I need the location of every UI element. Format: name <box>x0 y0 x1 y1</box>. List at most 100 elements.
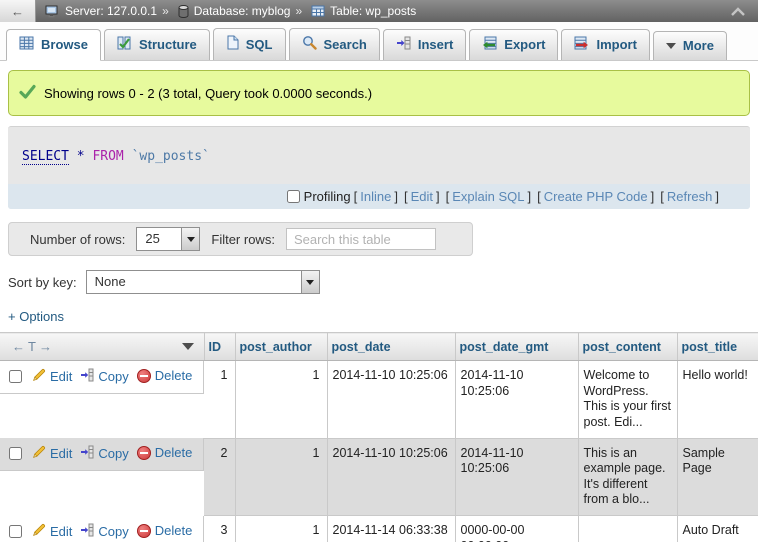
row-checkbox[interactable] <box>9 370 22 383</box>
edit-row-link[interactable]: Edit <box>32 523 72 541</box>
delete-row-link[interactable]: Delete <box>137 445 193 461</box>
column-header-post-author[interactable]: post_author <box>235 333 327 361</box>
sql-query-box: SELECT * FROM `wp_posts` Profiling [ Inl… <box>8 126 750 209</box>
sort-label: Sort by key: <box>8 275 77 290</box>
cell-post-title: Sample Page <box>677 438 758 516</box>
bracket: ] <box>651 189 655 204</box>
tab-label: Export <box>504 37 545 52</box>
cell-id: 1 <box>204 361 235 439</box>
table-row: Edit Copy Delete 3 1 2014-11-14 06:33:38… <box>0 516 758 542</box>
column-header-post-content[interactable]: post_content <box>578 333 677 361</box>
row-checkbox[interactable] <box>9 525 22 538</box>
copy-icon <box>80 523 94 541</box>
pencil-icon <box>32 368 46 386</box>
tab-insert[interactable]: Insert <box>383 29 466 60</box>
tab-label: Insert <box>418 37 453 52</box>
query-options-bar: Profiling [ Inline ] [ Edit ] [ Explain … <box>8 184 750 209</box>
tab-label: More <box>683 38 714 53</box>
create-php-code-link[interactable]: Create PHP Code <box>544 189 648 204</box>
delete-row-link[interactable]: Delete <box>137 523 193 539</box>
cell-post-date-gmt: 2014-11-10 10:25:06 <box>455 438 578 516</box>
tab-browse[interactable]: Browse <box>6 29 101 61</box>
rows-count-select[interactable]: 25 <box>136 227 200 251</box>
chevron-down-icon <box>666 43 676 49</box>
profiling-label: Profiling <box>304 189 351 204</box>
breadcrumb-separator: » <box>295 4 302 18</box>
cell-post-date: 2014-11-14 06:33:38 <box>327 516 455 542</box>
breadcrumb-server[interactable]: Server: 127.0.0.1 <box>65 4 157 18</box>
edit-row-link[interactable]: Edit <box>32 368 72 386</box>
cell-post-content: This is an example page. It's different … <box>578 438 677 516</box>
bracket: [ <box>446 189 450 204</box>
tab-label: Search <box>324 37 367 52</box>
copy-icon <box>80 368 94 386</box>
cell-post-title: Auto Draft <box>677 516 758 542</box>
tab-label: Import <box>596 37 636 52</box>
tab-import[interactable]: Import <box>561 29 649 60</box>
copy-row-link[interactable]: Copy <box>80 368 128 386</box>
dropdown-button[interactable] <box>181 228 199 250</box>
cell-post-title: Hello world! <box>677 361 758 439</box>
rows-count-value: 25 <box>137 228 181 250</box>
export-icon <box>482 36 497 53</box>
cell-post-author: 1 <box>235 516 327 542</box>
column-header-post-date-gmt[interactable]: post_date_gmt <box>455 333 578 361</box>
cell-post-date: 2014-11-10 10:25:06 <box>327 361 455 439</box>
tab-label: Structure <box>139 37 197 52</box>
row-checkbox[interactable] <box>9 447 22 460</box>
profiling-checkbox[interactable] <box>287 190 300 203</box>
tab-search[interactable]: Search <box>289 28 380 60</box>
column-drag-icon: ←T→ <box>12 339 55 354</box>
search-icon <box>302 35 317 53</box>
column-header-post-date[interactable]: post_date <box>327 333 455 361</box>
breadcrumb-table[interactable]: Table: wp_posts <box>330 4 416 18</box>
sql-star: * <box>69 149 92 164</box>
collapse-navbar-icon[interactable] <box>730 7 746 16</box>
with-selected-arrow-icon[interactable] <box>182 343 194 350</box>
bracket: ] <box>528 189 532 204</box>
row-actions: Edit Copy Delete <box>0 438 204 471</box>
cell-post-content <box>578 516 677 542</box>
filter-input[interactable] <box>286 228 436 250</box>
table-row: Edit Copy Delete 2 1 2014-11-10 10:25:06… <box>0 438 758 516</box>
delete-icon <box>137 446 151 460</box>
tab-structure[interactable]: Structure <box>104 29 210 60</box>
edit-row-link[interactable]: Edit <box>32 445 72 463</box>
insert-icon <box>396 36 411 53</box>
edit-query-link[interactable]: Edit <box>411 189 433 204</box>
sql-keyword[interactable]: SELECT <box>22 149 69 165</box>
cell-post-content: Welcome to WordPress. This is your first… <box>578 361 677 439</box>
table-row: Edit Copy Delete 1 1 2014-11-10 10:25:06… <box>0 361 758 439</box>
database-icon <box>178 5 189 18</box>
breadcrumb: ← Server: 127.0.0.1 » Database: myblog »… <box>0 0 758 22</box>
tab-export[interactable]: Export <box>469 29 558 60</box>
back-button[interactable]: ← <box>0 0 36 22</box>
delete-row-link[interactable]: Delete <box>137 368 193 384</box>
pencil-icon <box>32 523 46 541</box>
copy-row-link[interactable]: Copy <box>80 523 128 541</box>
options-toggle-link[interactable]: + Options <box>8 309 64 324</box>
column-header-post-title[interactable]: post_title <box>677 333 758 361</box>
column-header-id[interactable]: ID <box>204 333 235 361</box>
browse-icon <box>19 36 34 53</box>
bracket: [ <box>537 189 541 204</box>
delete-icon <box>137 524 151 538</box>
sql-query-text: SELECT * FROM `wp_posts` <box>8 127 750 184</box>
delete-icon <box>137 369 151 383</box>
sort-key-value: None <box>87 271 301 293</box>
success-check-icon <box>19 84 36 102</box>
tab-more[interactable]: More <box>653 31 727 60</box>
cell-post-author: 1 <box>235 438 327 516</box>
copy-icon <box>80 445 94 463</box>
table-header-row: ←T→ ID post_author post_date post_date_g… <box>0 333 758 361</box>
status-message-text: Showing rows 0 - 2 (3 total, Query took … <box>44 86 372 101</box>
explain-sql-link[interactable]: Explain SQL <box>452 189 524 204</box>
copy-row-link[interactable]: Copy <box>80 445 128 463</box>
sort-key-select[interactable]: None <box>86 270 320 294</box>
tab-bar: Browse Structure SQL Search Insert <box>0 22 758 61</box>
inline-link[interactable]: Inline <box>360 189 391 204</box>
refresh-link[interactable]: Refresh <box>667 189 713 204</box>
dropdown-button[interactable] <box>301 271 319 293</box>
tab-sql[interactable]: SQL <box>213 28 286 60</box>
breadcrumb-database[interactable]: Database: myblog <box>194 4 291 18</box>
